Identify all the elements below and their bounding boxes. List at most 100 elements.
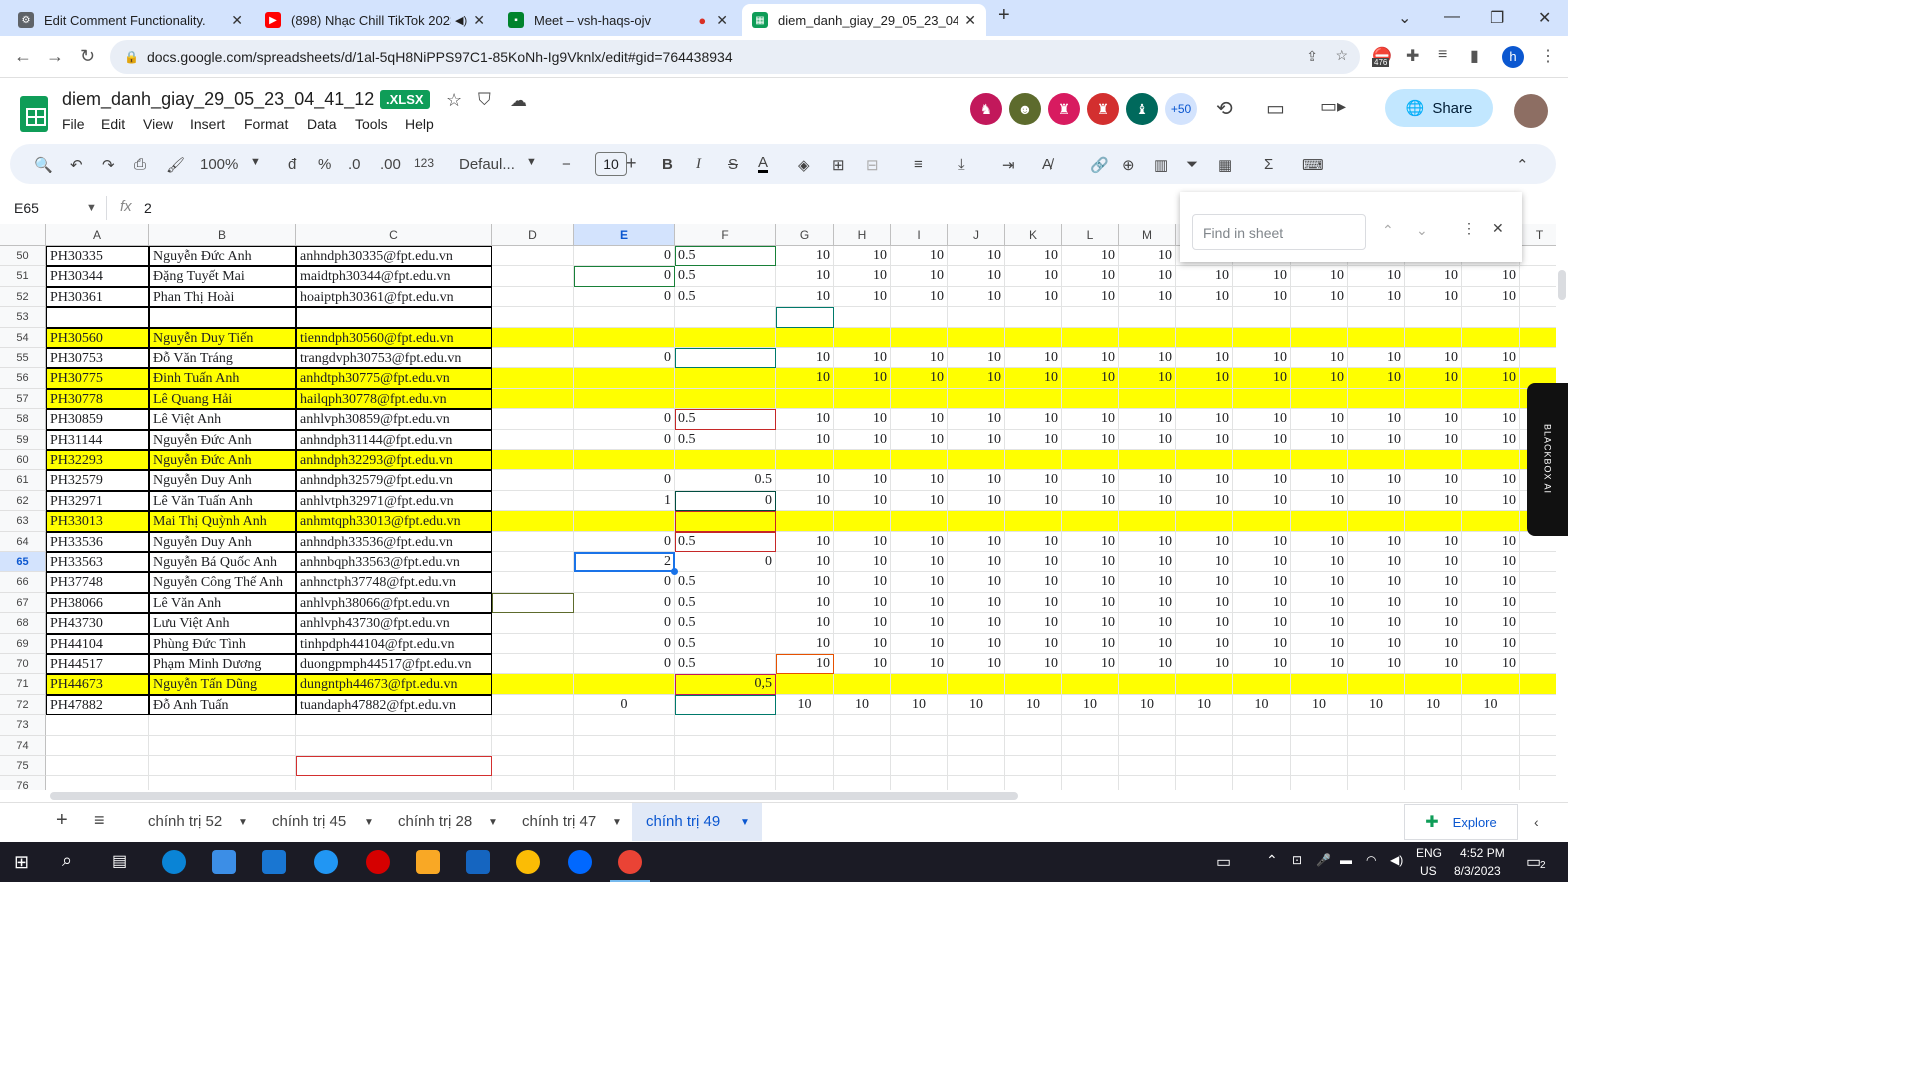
cell-l[interactable] (1062, 450, 1119, 471)
cell-b[interactable]: Lê Quang Hải (149, 388, 296, 410)
cell-k[interactable]: 10 (1005, 572, 1062, 593)
row-header[interactable]: 58 (0, 409, 46, 430)
cell-n[interactable] (1176, 674, 1233, 695)
cell-j[interactable]: 10 (948, 470, 1005, 491)
cell-a[interactable] (46, 735, 149, 756)
cell-t[interactable] (1520, 715, 1556, 736)
windows-start-icon[interactable]: ⊞ (14, 852, 29, 873)
cell-n[interactable]: 10 (1176, 552, 1233, 573)
cell-t[interactable] (1520, 736, 1556, 756)
cell-a[interactable]: PH33563 (46, 552, 149, 573)
cell-f[interactable] (675, 327, 776, 348)
cell-i[interactable] (891, 388, 948, 410)
print-icon[interactable]: ⎙ (134, 156, 146, 173)
close-icon[interactable]: ✕ (231, 12, 243, 29)
cell-c[interactable] (296, 756, 492, 777)
cell-q[interactable] (1348, 715, 1405, 736)
cell-o[interactable] (1233, 307, 1291, 328)
cell-r[interactable]: 10 (1405, 654, 1462, 675)
cell-p[interactable] (1291, 327, 1348, 348)
cell-n[interactable] (1176, 388, 1233, 410)
cell-r[interactable]: 10 (1405, 572, 1462, 593)
cell-r[interactable]: 10 (1405, 348, 1462, 369)
cell-a[interactable] (46, 756, 149, 777)
cell-h[interactable] (834, 715, 891, 736)
cell-r[interactable] (1405, 388, 1462, 410)
cell-f[interactable]: 0.5 (675, 633, 776, 654)
cell-r[interactable]: 10 (1405, 470, 1462, 491)
vertical-scrollbar[interactable] (1558, 270, 1566, 300)
cell-d[interactable] (492, 735, 574, 756)
cell-d[interactable] (492, 756, 574, 777)
cell-l[interactable] (1062, 511, 1119, 532)
cell-c[interactable]: duongpmph44517@fpt.edu.vn (296, 654, 492, 675)
cell-e[interactable]: 0 (574, 429, 675, 450)
cell-i[interactable]: 10 (891, 470, 948, 491)
cell-a[interactable]: PH32971 (46, 490, 149, 512)
cell-t[interactable] (1520, 348, 1556, 369)
cell-r[interactable]: 10 (1405, 490, 1462, 512)
cell-a[interactable]: PH44517 (46, 654, 149, 675)
volume-icon[interactable]: ◀) (1390, 853, 1403, 867)
close-icon[interactable]: ✕ (473, 12, 485, 29)
cell-f[interactable] (675, 715, 776, 736)
collaborator-avatar[interactable]: ♝ (1126, 93, 1158, 125)
cell-m[interactable] (1119, 450, 1176, 471)
cell-i[interactable]: 10 (891, 633, 948, 654)
menu-edit[interactable]: Edit (101, 116, 125, 132)
cell-r[interactable]: 10 (1405, 429, 1462, 450)
cell-k[interactable] (1005, 327, 1062, 348)
cell-q[interactable]: 10 (1348, 470, 1405, 491)
cell-e[interactable]: 0 (574, 409, 675, 430)
puzzle-icon[interactable]: ✚ (1406, 46, 1419, 66)
formula-input[interactable]: 2 (144, 200, 152, 216)
cell-h[interactable]: 10 (834, 266, 891, 287)
cell-b[interactable] (149, 756, 296, 777)
cell-d[interactable] (492, 613, 574, 634)
cell-r[interactable] (1405, 715, 1462, 736)
cell-n[interactable]: 10 (1176, 572, 1233, 593)
cell-r[interactable] (1405, 674, 1462, 695)
cell-i[interactable] (891, 307, 948, 328)
cell-l[interactable]: 10 (1062, 266, 1119, 287)
chevron-down-icon[interactable]: ⌄ (1398, 8, 1411, 28)
filter-views-icon[interactable]: ▦ (1218, 156, 1232, 174)
cell-g[interactable] (776, 756, 834, 777)
cell-a[interactable]: PH32579 (46, 470, 149, 491)
cell-p[interactable]: 10 (1291, 266, 1348, 287)
cell-o[interactable] (1233, 776, 1291, 790)
cell-d[interactable] (492, 531, 574, 552)
cell-i[interactable]: 10 (891, 246, 948, 267)
cell-j[interactable] (948, 674, 1005, 695)
cell-p[interactable]: 10 (1291, 348, 1348, 369)
cell-d[interactable] (492, 368, 574, 389)
cell-q[interactable] (1348, 674, 1405, 695)
cell-c[interactable]: anhmtqph33013@fpt.edu.vn (296, 511, 492, 532)
cell-f[interactable] (675, 694, 776, 716)
menu-file[interactable]: File (62, 116, 85, 132)
cell-d[interactable] (492, 266, 574, 287)
cell-n[interactable]: 10 (1176, 286, 1233, 308)
cell-c[interactable]: anhndph33536@fpt.edu.vn (296, 531, 492, 552)
cell-l[interactable]: 10 (1062, 409, 1119, 430)
row-header[interactable]: 67 (0, 592, 46, 614)
merge-cells-icon[interactable]: ⊟ (866, 156, 879, 174)
cell-n[interactable] (1176, 735, 1233, 756)
cell-j[interactable]: 10 (948, 409, 1005, 430)
cell-q[interactable]: 10 (1348, 592, 1405, 614)
cell-d[interactable] (492, 552, 574, 573)
cell-a[interactable]: PH44673 (46, 674, 149, 695)
chevron-down-icon[interactable]: ▼ (740, 817, 750, 828)
cell-k[interactable]: 10 (1005, 694, 1062, 716)
cell-d[interactable] (492, 715, 574, 736)
store-icon[interactable] (212, 850, 236, 874)
share-button[interactable]: 🌐 Share (1385, 89, 1493, 127)
cell-j[interactable] (948, 756, 1005, 777)
cell-e[interactable]: 0 (574, 470, 675, 491)
cell-o[interactable]: 10 (1233, 592, 1291, 614)
cell-b[interactable]: Phạm Minh Dương (149, 654, 296, 675)
cell-f[interactable] (675, 307, 776, 328)
cell-i[interactable]: 10 (891, 429, 948, 450)
cell-d[interactable] (492, 674, 574, 695)
cell-c[interactable]: tienndph30560@fpt.edu.vn (296, 327, 492, 348)
